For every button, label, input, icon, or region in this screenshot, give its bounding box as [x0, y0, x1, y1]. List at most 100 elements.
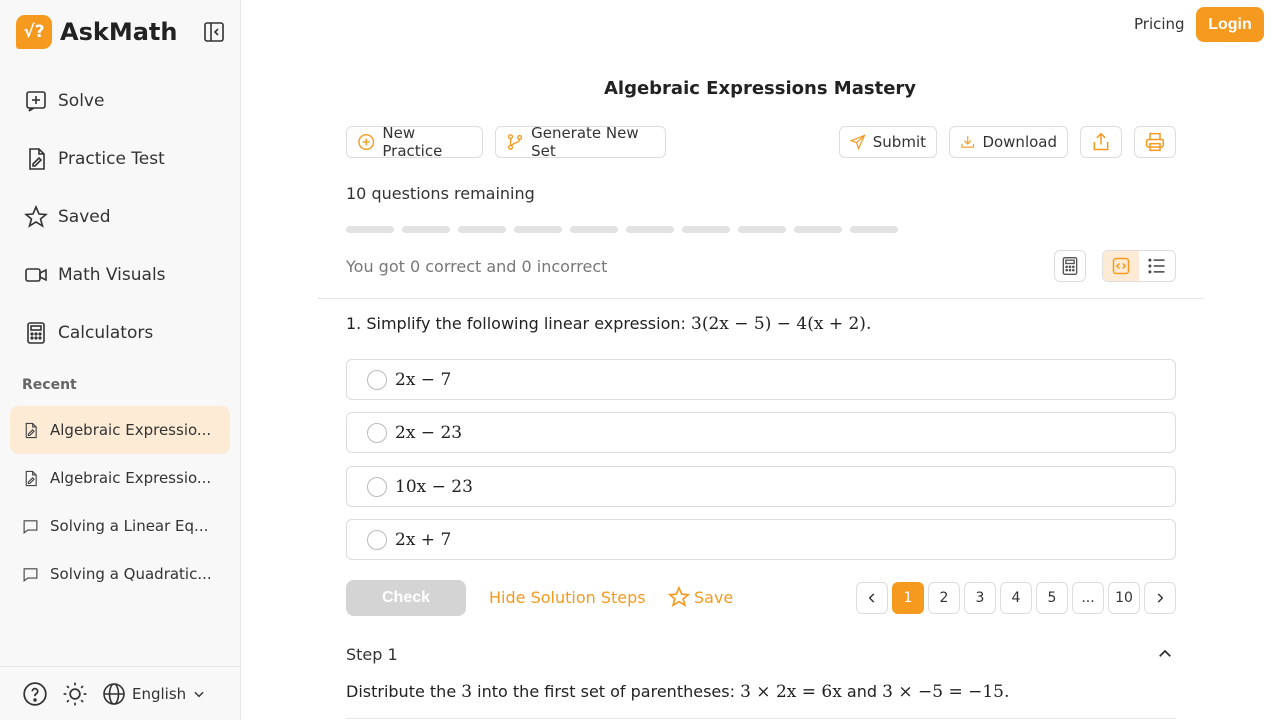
questions-remaining: 10 questions remaining — [346, 184, 535, 203]
language-select[interactable]: English — [102, 682, 206, 706]
question-number: 1. — [346, 314, 362, 333]
question-text: 1. Simplify the following linear express… — [346, 314, 871, 334]
nav-item-practice-test[interactable]: Practice Test — [0, 130, 240, 188]
recent-item[interactable]: Solving a Linear Eq... — [10, 502, 230, 550]
recent-item-label: Algebraic Expressio... — [50, 421, 212, 439]
progress-segment — [514, 226, 562, 233]
step-text-part: and — [846, 682, 878, 701]
sidebar: √? AskMath Solve Practice Test Saved Mat… — [0, 0, 241, 720]
nav-label: Practice Test — [58, 149, 165, 169]
option-text: 10x − 23 — [395, 476, 473, 497]
download-button[interactable]: Download — [949, 126, 1068, 158]
step-text-part: into the first set of parentheses: — [477, 682, 735, 701]
page-title: Algebraic Expressions Mastery — [603, 78, 917, 99]
video-icon — [25, 268, 47, 282]
calculator-button[interactable] — [1054, 250, 1086, 282]
submit-button[interactable]: Submit — [839, 126, 937, 158]
star-icon — [668, 586, 690, 608]
hide-solution-steps-link[interactable]: Hide Solution Steps — [489, 588, 646, 607]
recent-list: Algebraic Expressio... Algebraic Express… — [10, 406, 230, 598]
sun-icon[interactable] — [62, 681, 88, 707]
save-button[interactable]: Save — [668, 586, 733, 608]
branch-icon — [507, 134, 523, 150]
calculator-icon — [27, 322, 45, 344]
nav-item-solve[interactable]: Solve — [0, 72, 240, 130]
globe-icon — [103, 682, 125, 705]
page-button-2[interactable]: 2 — [928, 582, 960, 614]
page-button-4[interactable]: 4 — [1000, 582, 1032, 614]
recent-item-label: Solving a Linear Eq... — [50, 517, 209, 535]
radio-button[interactable] — [367, 369, 387, 390]
recent-title: Recent — [22, 377, 77, 393]
save-label: Save — [694, 587, 734, 607]
recent-item[interactable]: Solving a Quadratic... — [10, 550, 230, 598]
new-practice-button[interactable]: New Practice — [346, 124, 483, 160]
answer-option[interactable]: 2x + 7 — [346, 519, 1176, 560]
plus-square-icon — [26, 91, 46, 112]
recent-item[interactable]: Algebraic Expressio... — [10, 454, 230, 502]
list-view-toggle[interactable] — [1139, 251, 1175, 281]
help-icon[interactable] — [22, 681, 48, 707]
single-view-toggle[interactable] — [1103, 251, 1139, 281]
answer-option[interactable]: 2x − 7 — [346, 359, 1176, 400]
download-icon — [961, 136, 975, 148]
nav-item-calculators[interactable]: Calculators — [0, 304, 240, 362]
page-button-3[interactable]: 3 — [964, 582, 996, 614]
chevron-left-icon — [868, 593, 875, 603]
step-math: 3 × −5 = −15. — [882, 682, 1010, 702]
brand-name: AskMath — [60, 18, 178, 46]
calculator-icon — [1062, 257, 1078, 275]
radio-button[interactable] — [367, 529, 387, 550]
view-toggle — [1102, 250, 1176, 282]
nav-label: Saved — [58, 207, 111, 227]
next-page-button[interactable] — [1144, 582, 1176, 614]
nav-label: Calculators — [58, 323, 154, 343]
page-button-1[interactable]: 1 — [892, 582, 924, 614]
progress-segment — [850, 226, 898, 233]
radio-button[interactable] — [367, 476, 387, 497]
brand[interactable]: √? AskMath — [16, 14, 177, 50]
recent-item[interactable]: Algebraic Expressio... — [10, 406, 230, 454]
prev-page-button[interactable] — [856, 582, 888, 614]
progress-segment — [346, 226, 394, 233]
chevron-down-icon — [194, 691, 204, 697]
print-button[interactable] — [1134, 126, 1176, 158]
plus-circle-icon — [358, 134, 375, 150]
language-label: English — [132, 684, 187, 703]
divider — [346, 718, 1176, 719]
page-button-10[interactable]: 10 — [1108, 582, 1140, 614]
question-expression: 3(2x − 5) − 4(x + 2). — [691, 314, 872, 334]
collapse-sidebar-icon[interactable] — [202, 20, 226, 44]
new-practice-label: New Practice — [382, 124, 443, 160]
check-button[interactable]: Check — [346, 580, 466, 616]
page-button-5[interactable]: 5 — [1036, 582, 1068, 614]
score-summary: You got 0 correct and 0 incorrect — [346, 257, 608, 276]
nav-item-math-visuals[interactable]: Math Visuals — [0, 246, 240, 304]
pagination: 1 2 3 4 5 ... 10 — [856, 582, 1180, 614]
answer-option[interactable]: 10x − 23 — [346, 466, 1176, 507]
nav-label: Math Visuals — [58, 265, 166, 285]
recent-item-label: Algebraic Expressio... — [50, 469, 212, 487]
document-icon — [29, 148, 45, 170]
nav-item-saved[interactable]: Saved — [0, 188, 240, 246]
document-icon — [25, 422, 37, 438]
send-icon — [850, 134, 866, 151]
page-ellipsis[interactable]: ... — [1072, 582, 1104, 614]
nav-label: Solve — [58, 91, 105, 111]
generate-label: Generate New Set — [531, 124, 639, 160]
sidebar-footer: English — [0, 666, 240, 720]
step-text: Distribute the 3 into the first set of p… — [346, 682, 1009, 702]
submit-label: Submit — [872, 133, 926, 151]
printer-icon — [1145, 132, 1165, 152]
answer-option[interactable]: 2x − 23 — [346, 412, 1176, 453]
progress-segment — [682, 226, 730, 233]
generate-new-set-button[interactable]: Generate New Set — [495, 124, 666, 160]
brand-logo-icon: √? — [16, 15, 52, 49]
progress-segment — [570, 226, 618, 233]
chevron-up-icon[interactable] — [1156, 645, 1174, 663]
pricing-link[interactable]: Pricing — [1134, 15, 1185, 33]
share-button[interactable] — [1080, 126, 1122, 158]
login-button[interactable]: Login — [1196, 7, 1264, 42]
radio-button[interactable] — [367, 422, 387, 443]
step-title: Step 1 — [346, 645, 398, 664]
